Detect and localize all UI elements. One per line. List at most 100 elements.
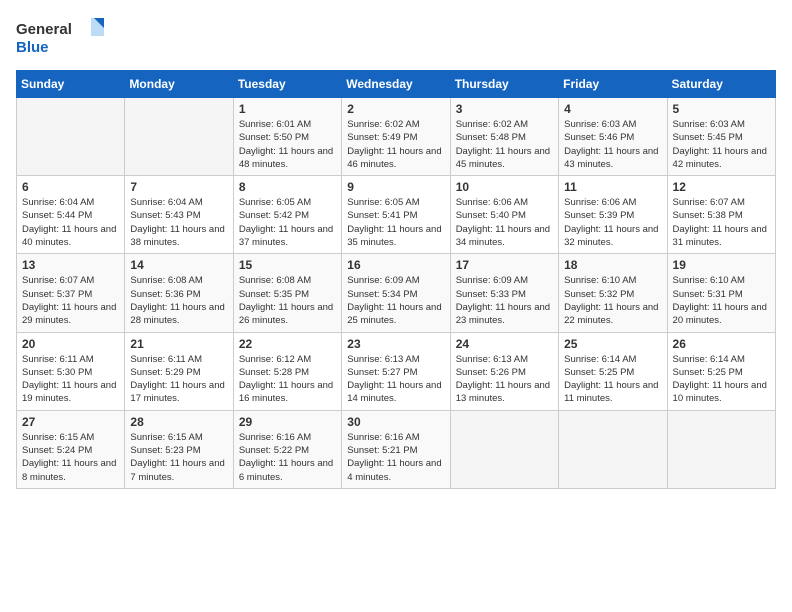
calendar-cell	[17, 98, 125, 176]
cell-content: Sunrise: 6:15 AMSunset: 5:23 PMDaylight:…	[130, 431, 227, 484]
calendar-week-row: 20 Sunrise: 6:11 AMSunset: 5:30 PMDayligh…	[17, 332, 776, 410]
day-number: 20	[22, 337, 119, 351]
calendar-cell: 7 Sunrise: 6:04 AMSunset: 5:43 PMDaylight…	[125, 176, 233, 254]
day-number: 15	[239, 258, 336, 272]
cell-content: Sunrise: 6:06 AMSunset: 5:39 PMDaylight:…	[564, 196, 661, 249]
calendar-cell: 11 Sunrise: 6:06 AMSunset: 5:39 PMDayligh…	[559, 176, 667, 254]
day-number: 12	[673, 180, 770, 194]
day-number: 7	[130, 180, 227, 194]
header: General Blue	[16, 16, 776, 58]
cell-content: Sunrise: 6:16 AMSunset: 5:21 PMDaylight:…	[347, 431, 444, 484]
calendar-cell: 22 Sunrise: 6:12 AMSunset: 5:28 PMDayligh…	[233, 332, 341, 410]
cell-content: Sunrise: 6:13 AMSunset: 5:27 PMDaylight:…	[347, 353, 444, 406]
calendar-week-row: 13 Sunrise: 6:07 AMSunset: 5:37 PMDayligh…	[17, 254, 776, 332]
calendar-cell: 28 Sunrise: 6:15 AMSunset: 5:23 PMDayligh…	[125, 410, 233, 488]
cell-content: Sunrise: 6:03 AMSunset: 5:45 PMDaylight:…	[673, 118, 770, 171]
calendar-cell: 20 Sunrise: 6:11 AMSunset: 5:30 PMDayligh…	[17, 332, 125, 410]
day-header-monday: Monday	[125, 71, 233, 98]
cell-content: Sunrise: 6:07 AMSunset: 5:37 PMDaylight:…	[22, 274, 119, 327]
day-number: 14	[130, 258, 227, 272]
calendar-cell: 14 Sunrise: 6:08 AMSunset: 5:36 PMDayligh…	[125, 254, 233, 332]
calendar-cell: 4 Sunrise: 6:03 AMSunset: 5:46 PMDaylight…	[559, 98, 667, 176]
cell-content: Sunrise: 6:15 AMSunset: 5:24 PMDaylight:…	[22, 431, 119, 484]
day-number: 6	[22, 180, 119, 194]
cell-content: Sunrise: 6:11 AMSunset: 5:30 PMDaylight:…	[22, 353, 119, 406]
calendar-cell: 17Sunrise: 6:09 AMSunset: 5:33 PMDayligh…	[450, 254, 558, 332]
day-header-thursday: Thursday	[450, 71, 558, 98]
day-header-wednesday: Wednesday	[342, 71, 450, 98]
day-number: 29	[239, 415, 336, 429]
day-number: 21	[130, 337, 227, 351]
calendar-cell: 19 Sunrise: 6:10 AMSunset: 5:31 PMDayligh…	[667, 254, 775, 332]
cell-content: Sunrise: 6:08 AMSunset: 5:36 PMDaylight:…	[130, 274, 227, 327]
cell-content: Sunrise: 6:04 AMSunset: 5:43 PMDaylight:…	[130, 196, 227, 249]
calendar-cell: 2 Sunrise: 6:02 AMSunset: 5:49 PMDaylight…	[342, 98, 450, 176]
calendar-week-row: 1Sunrise: 6:01 AMSunset: 5:50 PMDaylight…	[17, 98, 776, 176]
calendar-cell: 9 Sunrise: 6:05 AMSunset: 5:41 PMDaylight…	[342, 176, 450, 254]
cell-content: Sunrise: 6:05 AMSunset: 5:41 PMDaylight:…	[347, 196, 444, 249]
cell-content: Sunrise: 6:02 AMSunset: 5:49 PMDaylight:…	[347, 118, 444, 171]
cell-content: Sunrise: 6:14 AMSunset: 5:25 PMDaylight:…	[564, 353, 661, 406]
day-number: 22	[239, 337, 336, 351]
calendar-cell	[125, 98, 233, 176]
day-number: 3	[456, 102, 553, 116]
day-number: 4	[564, 102, 661, 116]
day-number: 17	[456, 258, 553, 272]
calendar-cell: 25 Sunrise: 6:14 AMSunset: 5:25 PMDayligh…	[559, 332, 667, 410]
day-number: 2	[347, 102, 444, 116]
logo-svg: General Blue	[16, 16, 106, 58]
day-number: 1	[239, 102, 336, 116]
day-number: 27	[22, 415, 119, 429]
cell-content: Sunrise: 6:04 AMSunset: 5:44 PMDaylight:…	[22, 196, 119, 249]
calendar-cell: 3 Sunrise: 6:02 AMSunset: 5:48 PMDaylight…	[450, 98, 558, 176]
cell-content: Sunrise: 6:11 AMSunset: 5:29 PMDaylight:…	[130, 353, 227, 406]
calendar-cell	[450, 410, 558, 488]
cell-content: Sunrise: 6:10 AMSunset: 5:32 PMDaylight:…	[564, 274, 661, 327]
day-number: 18	[564, 258, 661, 272]
calendar-cell: 1Sunrise: 6:01 AMSunset: 5:50 PMDaylight…	[233, 98, 341, 176]
day-number: 23	[347, 337, 444, 351]
svg-text:General: General	[16, 21, 72, 38]
calendar-cell: 30 Sunrise: 6:16 AMSunset: 5:21 PMDayligh…	[342, 410, 450, 488]
day-number: 19	[673, 258, 770, 272]
calendar-week-row: 27 Sunrise: 6:15 AMSunset: 5:24 PMDayligh…	[17, 410, 776, 488]
calendar-cell: 23 Sunrise: 6:13 AMSunset: 5:27 PMDayligh…	[342, 332, 450, 410]
calendar-cell: 13 Sunrise: 6:07 AMSunset: 5:37 PMDayligh…	[17, 254, 125, 332]
day-header-tuesday: Tuesday	[233, 71, 341, 98]
day-number: 9	[347, 180, 444, 194]
cell-content: Sunrise: 6:14 AMSunset: 5:25 PMDaylight:…	[673, 353, 770, 406]
day-number: 13	[22, 258, 119, 272]
day-number: 11	[564, 180, 661, 194]
calendar-cell: 5 Sunrise: 6:03 AMSunset: 5:45 PMDaylight…	[667, 98, 775, 176]
calendar-cell: 6 Sunrise: 6:04 AMSunset: 5:44 PMDaylight…	[17, 176, 125, 254]
cell-content: Sunrise: 6:02 AMSunset: 5:48 PMDaylight:…	[456, 118, 553, 171]
cell-content: Sunrise: 6:03 AMSunset: 5:46 PMDaylight:…	[564, 118, 661, 171]
logo: General Blue	[16, 16, 106, 58]
calendar-cell: 18 Sunrise: 6:10 AMSunset: 5:32 PMDayligh…	[559, 254, 667, 332]
calendar-header-row: SundayMondayTuesdayWednesdayThursdayFrid…	[17, 71, 776, 98]
calendar-table: SundayMondayTuesdayWednesdayThursdayFrid…	[16, 70, 776, 489]
day-header-friday: Friday	[559, 71, 667, 98]
calendar-cell	[559, 410, 667, 488]
day-number: 25	[564, 337, 661, 351]
cell-content: Sunrise: 6:12 AMSunset: 5:28 PMDaylight:…	[239, 353, 336, 406]
calendar-cell: 27 Sunrise: 6:15 AMSunset: 5:24 PMDayligh…	[17, 410, 125, 488]
day-number: 5	[673, 102, 770, 116]
calendar-cell: 12 Sunrise: 6:07 AMSunset: 5:38 PMDayligh…	[667, 176, 775, 254]
day-number: 10	[456, 180, 553, 194]
calendar-cell: 15 Sunrise: 6:08 AMSunset: 5:35 PMDayligh…	[233, 254, 341, 332]
day-number: 16	[347, 258, 444, 272]
cell-content: Sunrise: 6:08 AMSunset: 5:35 PMDaylight:…	[239, 274, 336, 327]
calendar-cell: 16Sunrise: 6:09 AMSunset: 5:34 PMDayligh…	[342, 254, 450, 332]
day-number: 30	[347, 415, 444, 429]
calendar-cell: 21 Sunrise: 6:11 AMSunset: 5:29 PMDayligh…	[125, 332, 233, 410]
day-number: 28	[130, 415, 227, 429]
cell-content: Sunrise: 6:07 AMSunset: 5:38 PMDaylight:…	[673, 196, 770, 249]
calendar-week-row: 6 Sunrise: 6:04 AMSunset: 5:44 PMDaylight…	[17, 176, 776, 254]
day-number: 26	[673, 337, 770, 351]
cell-content: Sunrise: 6:16 AMSunset: 5:22 PMDaylight:…	[239, 431, 336, 484]
day-number: 8	[239, 180, 336, 194]
day-number: 24	[456, 337, 553, 351]
cell-content: Sunrise: 6:13 AMSunset: 5:26 PMDaylight:…	[456, 353, 553, 406]
cell-content: Sunrise: 6:10 AMSunset: 5:31 PMDaylight:…	[673, 274, 770, 327]
